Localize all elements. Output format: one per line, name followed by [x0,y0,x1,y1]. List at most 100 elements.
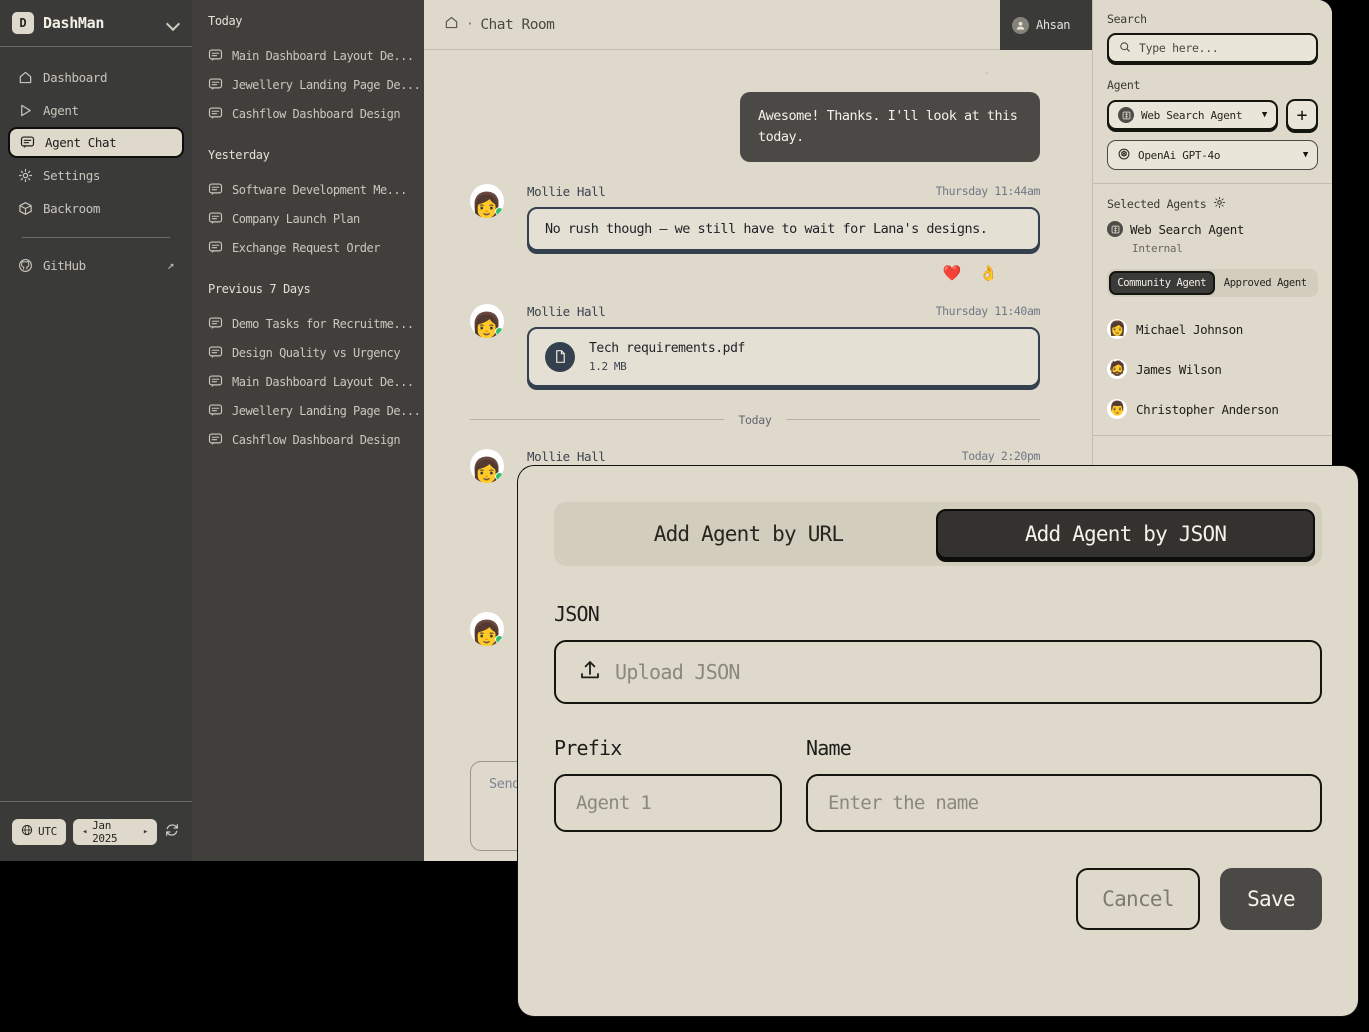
agent-list-item[interactable]: 🧔 James Wilson [1107,349,1318,389]
sidebar-item-settings[interactable]: Settings [8,159,184,191]
message-timestamp: Thursday 11:44am [936,184,1040,198]
sidebar-item-dashboard[interactable]: Dashboard [8,61,184,93]
name-field-group: Name Enter the name [806,736,1322,832]
online-indicator [495,635,504,644]
home-icon[interactable] [444,15,459,34]
conversation-group: Yesterday Software Development Me... Com… [192,148,424,262]
message-bubble: Awesome! Thanks. I'll look at this today… [740,92,1040,162]
upload-json-label: Upload JSON [615,660,740,684]
agent-label: Agent [1107,78,1318,92]
conversation-item[interactable]: Jewellery Landing Page De... [192,396,424,425]
group-title: Previous 7 Days [192,282,424,296]
timezone-button[interactable]: UTC [12,819,66,845]
attachment-name: Tech requirements.pdf [589,341,745,356]
conversation-title: Main Dashboard Layout De... [232,375,414,389]
message-bubble: No rush though — we still have to wait f… [527,207,1040,251]
agent-select[interactable]: Web Search Agent ▼ [1107,100,1278,130]
upload-json-button[interactable]: Upload JSON [554,640,1322,704]
user-menu[interactable]: Ahsan [1000,0,1092,50]
attachment-size: 1.2 MB [589,360,745,373]
cancel-button[interactable]: Cancel [1076,868,1200,930]
agent-tabs: Community Agent Approved Agent [1107,269,1318,297]
save-button[interactable]: Save [1220,868,1322,930]
search-input[interactable]: Type here... [1107,33,1318,63]
agent-list-item[interactable]: 👩 Michael Johnson [1107,309,1318,349]
message-incoming: 👩 Mollie Hall Today 2:20pm [470,449,1040,464]
brand-badge: D [12,12,34,34]
conversation-item[interactable]: Demo Tasks for Recruitme... [192,309,424,338]
next-month-arrow[interactable]: ▸ [143,827,148,837]
prefix-input[interactable]: Agent 1 [554,774,782,832]
avatar: 👩 [470,612,504,646]
sidebar-item-label: Settings [43,168,100,183]
conversation-item[interactable]: Cashflow Dashboard Design [192,425,424,454]
play-icon [18,103,33,118]
avatar: 👩 [470,449,504,483]
conversation-item[interactable]: Software Development Me... [192,175,424,204]
panel-divider [1093,435,1332,436]
tab-add-agent-by-url[interactable]: Add Agent by URL [561,509,936,559]
conversation-title: Software Development Me... [232,183,407,197]
chat-icon [208,77,223,92]
chat-icon [208,345,223,360]
brand-row[interactable]: D DashMan [0,0,192,47]
conversation-item[interactable]: Main Dashboard Layout De... [192,41,424,70]
message-header: Mollie Hall Today 2:20pm [527,449,1040,464]
conversation-title: Jewellery Landing Page De... [232,404,420,418]
conversation-item[interactable]: Design Quality vs Urgency [192,338,424,367]
chat-icon [208,240,223,255]
chat-icon [208,48,223,63]
conversation-item[interactable]: Exchange Request Order [192,233,424,262]
message-attachment[interactable]: Tech requirements.pdf 1.2 MB [527,327,1040,387]
tab-add-agent-by-json[interactable]: Add Agent by JSON [936,509,1315,559]
sidebar-item-agent[interactable]: Agent [8,94,184,126]
tab-approved-agent[interactable]: Approved Agent [1215,271,1317,295]
online-indicator [495,327,504,336]
sidebar-footer: UTC ◂ Jan 2025 ▸ [0,801,192,861]
web-search-agent-icon [1118,107,1134,123]
prefix-label: Prefix [554,736,782,760]
gear-icon[interactable] [1213,196,1226,212]
message-reactions[interactable]: ❤️ 👌 [470,264,1040,282]
chevron-down-icon[interactable] [167,19,180,27]
conversation-title: Cashflow Dashboard Design [232,433,400,447]
sidebar-item-label: Agent [43,103,79,118]
selected-agent-item[interactable]: Web Search Agent [1107,221,1318,237]
message-header: Mollie Hall Thursday 11:40am [527,304,1040,319]
conversation-item[interactable]: Main Dashboard Layout De... [192,367,424,396]
agent-list-item[interactable]: 👨 Christopher Anderson [1107,389,1318,429]
refresh-icon[interactable] [164,822,180,842]
add-agent-button[interactable]: + [1286,99,1318,131]
conversation-item[interactable]: Company Launch Plan [192,204,424,233]
online-indicator [495,207,504,216]
reaction-heart-icon[interactable]: ❤️ [943,264,962,282]
message-incoming: 👩 Mollie Hall Thursday 11:40am Tech requ… [470,304,1040,387]
message-timestamp: Thursday 11:40am [936,304,1040,318]
selected-agent-type: Internal [1132,242,1318,255]
conversation-item[interactable]: Jewellery Landing Page De... [192,70,424,99]
search-placeholder: Type here... [1139,41,1218,55]
model-select[interactable]: OpenAi GPT-4o ▼ [1107,140,1318,170]
conversation-list: Today Main Dashboard Layout De... Jewell… [192,0,424,861]
conversation-title: Demo Tasks for Recruitme... [232,317,414,331]
avatar: 👩 [470,304,504,338]
month-stepper[interactable]: ◂ Jan 2025 ▸ [73,819,157,845]
add-agent-modal: Add Agent by URL Add Agent by JSON JSON … [518,466,1358,1016]
prev-month-arrow[interactable]: ◂ [82,827,87,837]
reaction-ok-hand-icon[interactable]: 👌 [979,264,998,282]
tab-community-agent[interactable]: Community Agent [1109,271,1215,295]
month-label: Jan 2025 [92,819,138,845]
avatar: 👩 [470,184,504,218]
selected-agents-header: Selected Agents [1107,196,1318,212]
conversation-item[interactable]: Cashflow Dashboard Design [192,99,424,128]
name-input[interactable]: Enter the name [806,774,1322,832]
group-title: Today [192,14,424,28]
cube-icon [18,201,33,216]
panel-divider [1093,183,1332,184]
sidebar-item-agent-chat[interactable]: Agent Chat [8,127,184,158]
home-icon [18,70,33,85]
sidebar-item-github[interactable]: GitHub ↗ [8,249,184,281]
sidebar-item-label: Agent Chat [45,135,116,150]
page-title: Chat Room [480,17,554,33]
sidebar-item-backroom[interactable]: Backroom [8,192,184,224]
